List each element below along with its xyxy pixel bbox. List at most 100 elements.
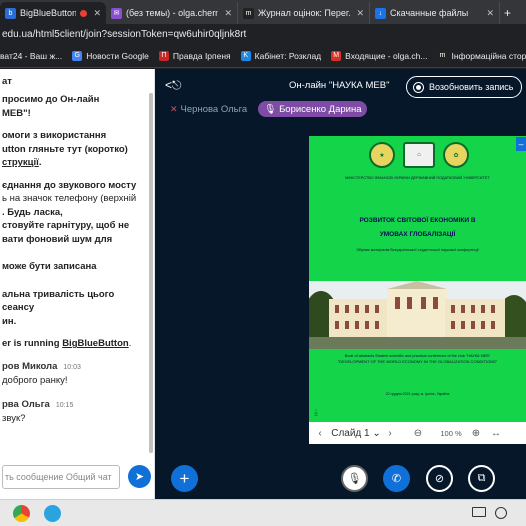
record-label: Возобновить запись [429,82,514,92]
network-icon[interactable] [495,507,507,519]
slide-label: Слайд 1 [331,427,370,439]
tab-gradebook[interactable]: m Журнал оцінок: Перегляд ✕ [238,2,370,24]
share-screen-button[interactable]: ⧉ [468,465,495,492]
chat-panel: ат просимо до Он-лайн МЕВ"! омоги з вико… [0,69,155,499]
previous-slide-button[interactable]: ‹ [309,428,331,439]
slide-logos: ★ ⌂ ✿ [369,142,469,170]
message-author: ров Микола [2,360,58,372]
welcome-text: МЕВ" [2,107,28,119]
help-text: utton гляньте тут (коротко) [2,143,128,155]
tab-bigbluebutton[interactable]: b BigBlueButton - Он-л ✕ [0,2,106,24]
camera-off-icon: ⊘ [434,473,445,485]
message-text: доброго ранку! [2,375,68,386]
chat-title: ат [2,75,12,87]
resume-recording-button[interactable]: Возобновить запись [406,76,522,98]
fit-width-button[interactable]: ↔ [487,428,505,439]
running-text: er is running [2,338,63,349]
welcome-message: просимо до Он-лайн МЕВ"! [2,93,148,120]
chat-message-input[interactable]: ть сообщение Общий чат [2,465,120,489]
slide-title: РОЗВИТОК СВІТОВОЇ ЕКОНОМІКИ В УМОВАХ ГЛО… [319,216,516,239]
chat-scroll-thumb[interactable] [149,93,153,453]
slide-selector[interactable]: Слайд 1 ⌄ [331,428,381,439]
meeting-title: Он-лайн "НАУКА МЕВ" [289,80,390,91]
meeting-area: <⎋ Он-лайн "НАУКА МЕВ" Возобновить запис… [155,69,526,499]
university-emblem-icon: ★ [369,142,395,168]
talking-indicator[interactable]: 🎙 Борисенко Дарина [258,101,368,117]
minimize-presentation-button[interactable]: – [516,137,526,151]
chat-scrollbar[interactable] [149,93,153,453]
mute-microphone-button[interactable]: 🎙 [341,465,368,492]
recording-dot-icon [80,9,88,17]
tab-title: Журнал оцінок: Перегляд [258,8,350,18]
download-icon: ↓ [375,7,386,19]
slide-english-title: "DEVELOPMENT OF THE WORLD ECONOMY IN THE… [337,359,498,364]
audio-message: єднання до звукового мосту ь на значок т… [2,179,148,247]
close-tab-icon[interactable]: ✕ [486,8,494,19]
slide-english-text: Book of abstracts Student scientific and… [319,354,516,364]
help-text: . [38,157,42,168]
actions-plus-button[interactable]: + [171,465,198,492]
close-tab-icon[interactable]: ✕ [224,8,232,19]
audio-text: стовуйте гарнітуру, щоб не [2,220,130,231]
bookmark-item[interactable]: ват24 - Ваш ж... [0,51,62,61]
presentation-toolbar: ‹ Слайд 1 ⌄ › ⊖ 100 % ⊕ ↔ [309,422,526,444]
muted-mic-icon: ✕ [170,103,178,114]
next-slide-button[interactable]: › [381,428,399,439]
news-site-icon: П [158,50,169,61]
talker-name: Борисенко Дарина [279,103,362,115]
bookmark-item[interactable]: M Входящие - olga.ch... [331,50,428,61]
close-tab-icon[interactable]: ✕ [356,8,364,19]
message-author: рва Ольга [2,398,50,410]
bookmark-item[interactable]: m Інформаційна стор... [437,50,526,61]
telegram-icon[interactable] [44,505,61,522]
instructions-link[interactable]: струкції [2,157,39,168]
tab-mail[interactable]: ✉ (без темы) - olga.chernov ✕ [106,2,238,24]
address-bar[interactable]: edu.ua/html5client/join?sessionToken=qw6… [0,24,526,44]
record-note: може бути записана [2,260,148,274]
screen: b BigBlueButton - Он-л ✕ ✉ (без темы) - … [0,0,526,526]
bigbluebutton-icon: b [5,7,16,19]
record-text: може бути записана [2,261,97,272]
keyboard-icon[interactable] [472,507,486,517]
bookmark-label: Входящие - olga.ch... [345,50,428,61]
duration-text: ин. [2,315,17,327]
talker-name: Чернова Ольга [180,103,248,115]
duration-note: альна тривалість цього сеансу ин. [2,288,148,329]
welcome-text: ! [27,107,31,119]
gmail-icon: M [331,50,342,61]
running-note: er is running BigBlueButton. [2,337,148,351]
record-icon [413,81,424,93]
slide-subtitle: Збірник матеріалів Всеукраїнської студен… [356,248,479,252]
bigbluebutton-link[interactable]: BigBlueButton [62,338,129,349]
close-tab-icon[interactable]: ✕ [93,8,101,19]
bookmark-item[interactable]: K Кабінет: Розклад [240,50,321,61]
audio-text: ь на значок телефону (верхній [2,193,137,204]
download-presentation-icon[interactable]: ⤓ [314,407,318,418]
leave-meeting-icon[interactable]: <⎋ [165,78,182,93]
chat-message: рва Ольга 10:15 звук? [2,398,148,426]
chrome-icon[interactable] [13,505,30,522]
message-time: 10:15 [55,401,74,409]
phone-icon: ✆ [391,473,402,485]
send-message-button[interactable]: ➤ [128,465,151,488]
browser-tab-strip: b BigBlueButton - Он-л ✕ ✉ (без темы) - … [0,0,526,24]
club-emblem-icon: ✿ [443,142,469,168]
slide-title-line: РОЗВИТОК СВІТОВОЇ ЕКОНОМІКИ В [359,217,476,224]
tab-downloads[interactable]: ↓ Скачанные файлы ✕ [370,2,500,24]
url-text: edu.ua/html5client/join?sessionToken=qw6… [2,28,247,40]
university-building-photo [309,281,526,349]
microphone-off-icon: 🎙 [347,473,362,485]
bookmark-item[interactable]: П Правда Ірпеня [158,50,231,61]
talking-indicator[interactable]: ✕ Чернова Ольга [164,101,253,117]
google-news-icon: G [72,50,83,61]
help-text: омоги з використання [2,130,107,141]
bookmark-label: ват24 - Ваш ж... [0,50,63,61]
zoom-in-button[interactable]: ⊕ [465,428,487,439]
leave-audio-button[interactable]: ✆ [383,465,410,492]
share-webcam-button[interactable]: ⊘ [426,465,453,492]
zoom-out-button[interactable]: ⊖ [399,428,437,439]
new-tab-button[interactable]: + [500,6,515,24]
os-taskbar [0,499,526,526]
slide-title-line: УМОВАХ ГЛОБАЛІЗАЦІЇ [379,231,456,238]
bookmark-item[interactable]: G Новости Google [72,50,149,61]
